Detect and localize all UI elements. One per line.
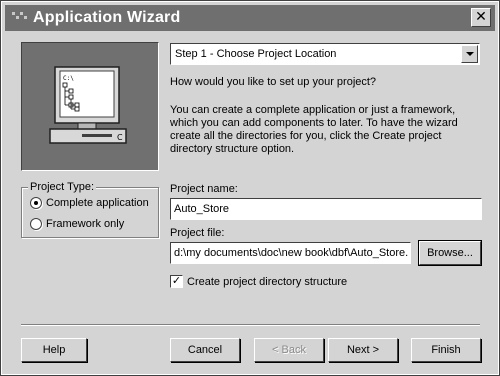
button-separator: [21, 324, 480, 326]
chevron-down-icon[interactable]: [461, 45, 478, 63]
intro-line-1: You can create a complete application or…: [170, 104, 456, 116]
intro-question: How would you like to set up your projec…: [170, 76, 377, 88]
step-dropdown[interactable]: Step 1 - Choose Project Location: [170, 43, 480, 65]
radio-selected-icon[interactable]: [30, 197, 42, 209]
project-type-group: [21, 187, 159, 238]
intro-line-3: create all the directories for you, clic…: [170, 130, 442, 142]
radio-framework-only[interactable]: Framework only: [30, 218, 124, 230]
checkbox-checked-icon[interactable]: ✓: [170, 275, 183, 288]
project-file-label: Project file:: [170, 227, 225, 239]
step-dropdown-value: Step 1 - Choose Project Location: [175, 48, 337, 60]
window-title: Application Wizard: [33, 9, 181, 26]
finish-button[interactable]: Finish: [411, 338, 481, 362]
project-file-input[interactable]: d:\my documents\doc\new book\dbf\Auto_St…: [170, 242, 411, 264]
drive-label: C:\: [63, 75, 74, 82]
radio-unselected-icon[interactable]: [30, 218, 42, 230]
help-button[interactable]: Help: [21, 338, 87, 362]
title-bar: Application Wizard ✕: [5, 5, 495, 31]
intro-line-4: directory structure option.: [170, 143, 295, 155]
cancel-button[interactable]: Cancel: [170, 338, 240, 362]
wizard-illustration: C:\ C: [21, 42, 159, 171]
project-name-label: Project name:: [170, 183, 238, 195]
intro-line-2: which you can add components to later. T…: [170, 117, 458, 129]
project-name-input[interactable]: Auto_Store: [170, 198, 482, 220]
radio-label-complete: Complete application: [46, 197, 149, 209]
next-button[interactable]: Next >: [328, 338, 398, 362]
base-label: C: [117, 133, 123, 142]
close-icon: ✕: [475, 9, 487, 25]
app-icon: [9, 8, 31, 28]
project-type-legend: Project Type:: [28, 181, 96, 193]
radio-complete-application[interactable]: Complete application: [30, 197, 149, 209]
application-wizard-window: Application Wizard ✕ C:\ C Step 1 - Choo…: [0, 0, 500, 376]
computer-illustration-icon: C:\ C: [22, 43, 158, 170]
back-button[interactable]: < Back: [254, 338, 324, 362]
create-directory-label: Create project directory structure: [187, 275, 348, 288]
radio-label-framework: Framework only: [46, 218, 125, 230]
close-button[interactable]: ✕: [471, 8, 491, 27]
browse-button[interactable]: Browse...: [418, 240, 482, 266]
create-directory-option[interactable]: ✓ Create project directory structure: [170, 275, 347, 288]
